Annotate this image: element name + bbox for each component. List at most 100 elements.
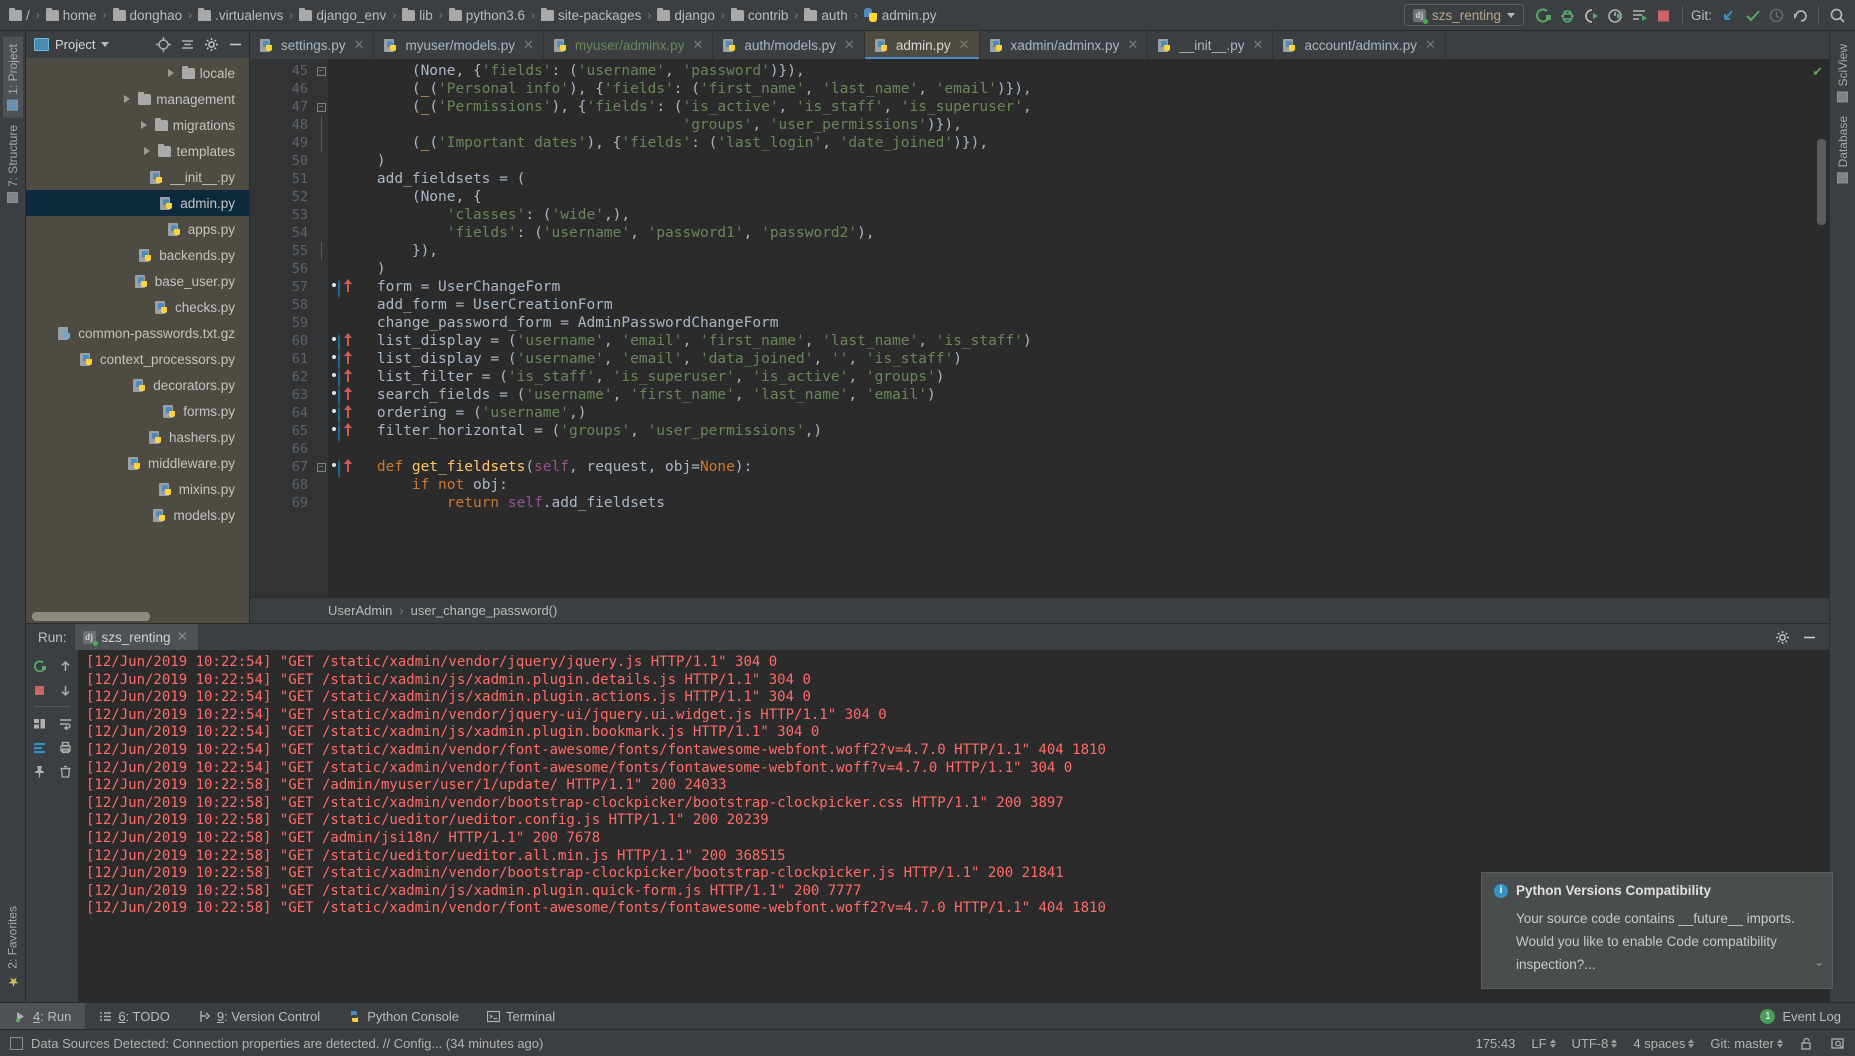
tool-button-terminal[interactable]: Terminal xyxy=(473,1003,569,1029)
editor-tab--init-py[interactable]: __init__.py ✕ xyxy=(1148,31,1274,59)
fold-marker[interactable]: − xyxy=(314,98,328,116)
editor-code-text[interactable]: (None, { 'fields': ('username', 'password… xyxy=(328,59,1829,597)
code-line[interactable]: }), xyxy=(342,242,1829,260)
fold-marker[interactable] xyxy=(314,368,328,386)
code-line[interactable] xyxy=(342,440,1829,458)
breadcrumb-class[interactable]: UserAdmin xyxy=(328,603,392,618)
line-number[interactable]: 49 xyxy=(250,134,314,152)
close-icon[interactable]: ✕ xyxy=(844,37,855,53)
editor-tab-settings-py[interactable]: settings.py ✕ xyxy=(250,31,375,59)
caret-position[interactable]: 175:43 xyxy=(1476,1036,1516,1051)
overriding-method-icon[interactable] xyxy=(329,370,340,388)
chevron-down-icon[interactable] xyxy=(101,42,110,47)
print-layout-icon[interactable] xyxy=(28,712,50,734)
line-number[interactable]: 55 xyxy=(250,242,314,260)
line-number[interactable]: 54 xyxy=(250,224,314,242)
line-number[interactable]: 58 xyxy=(250,296,314,314)
line-number[interactable]: 52 xyxy=(250,188,314,206)
editor-tab-myuser-models-py[interactable]: myuser/models.py ✕ xyxy=(374,31,544,59)
line-number[interactable]: 46 xyxy=(250,80,314,98)
pin-icon[interactable] xyxy=(28,760,50,782)
close-icon[interactable]: ✕ xyxy=(354,37,365,53)
code-line[interactable]: ordering = ('username',) xyxy=(342,404,1829,422)
close-icon[interactable]: ✕ xyxy=(1253,37,1264,53)
rollback-icon[interactable] xyxy=(1788,3,1812,27)
git-branch-selector[interactable]: Git: master xyxy=(1710,1036,1783,1051)
line-separator-selector[interactable]: LF xyxy=(1531,1036,1556,1051)
fold-collapse-icon[interactable]: − xyxy=(316,66,326,76)
code-line[interactable]: (_('Permissions'), {'fields': ('is_activ… xyxy=(342,98,1829,116)
fold-marker[interactable] xyxy=(314,206,328,224)
fold-marker[interactable] xyxy=(314,476,328,494)
tree-item-models-py[interactable]: models.py xyxy=(26,502,249,528)
inspection-ok-icon[interactable]: ✔ xyxy=(1812,64,1823,80)
code-line[interactable]: 'fields': ('username', 'password1', 'pas… xyxy=(342,224,1829,242)
rerun-icon[interactable] xyxy=(28,655,50,677)
editor-tab-auth-models-py[interactable]: auth/models.py ✕ xyxy=(713,31,865,59)
close-icon[interactable]: ✕ xyxy=(959,37,970,53)
fold-marker[interactable] xyxy=(314,260,328,278)
fold-marker[interactable] xyxy=(314,170,328,188)
tree-item--init-py[interactable]: __init__.py xyxy=(26,164,249,190)
line-number[interactable]: 66 xyxy=(250,440,314,458)
indent-selector[interactable]: 4 spaces xyxy=(1633,1036,1695,1051)
close-icon[interactable]: ✕ xyxy=(523,37,534,53)
sidebar-item-database[interactable]: Database xyxy=(1833,109,1853,190)
breadcrumb-item-donghao[interactable]: donghao xyxy=(110,7,186,23)
line-number[interactable]: 48 xyxy=(250,116,314,134)
code-line[interactable]: form = UserChangeForm xyxy=(342,278,1829,296)
editor-tab-admin-py[interactable]: admin.py ✕ xyxy=(864,31,980,59)
overriding-method-icon[interactable] xyxy=(329,406,340,424)
code-line[interactable]: (None, { xyxy=(342,188,1829,206)
hide-panel-icon[interactable] xyxy=(228,37,243,52)
breadcrumb-item-auth[interactable]: auth xyxy=(801,7,850,23)
code-line[interactable]: 'classes': ('wide',), xyxy=(342,206,1829,224)
fold-marker[interactable] xyxy=(314,134,328,152)
fold-marker[interactable] xyxy=(314,188,328,206)
code-line[interactable]: (None, {'fields': ('username', 'password… xyxy=(342,62,1829,80)
update-project-icon[interactable] xyxy=(1716,3,1740,27)
editor-tab-account-adminx-py[interactable]: account/adminx.py ✕ xyxy=(1273,31,1446,59)
history-icon[interactable] xyxy=(1764,3,1788,27)
sidebar-item-project[interactable]: 1: Project xyxy=(2,37,23,118)
overriding-method-icon[interactable] xyxy=(329,460,340,478)
gear-icon[interactable] xyxy=(1775,630,1790,645)
line-number[interactable]: 61 xyxy=(250,350,352,370)
run-with-console-button[interactable] xyxy=(1628,3,1652,27)
fold-marker[interactable] xyxy=(314,116,328,134)
breadcrumb-item-django[interactable]: django xyxy=(654,7,718,23)
fold-marker[interactable] xyxy=(314,422,328,440)
breadcrumb-item--virtualenvs[interactable]: .virtualenvs xyxy=(195,7,286,23)
tool-button-version-control[interactable]: 9: Version Control xyxy=(184,1003,334,1029)
status-message-area[interactable]: Data Sources Detected: Connection proper… xyxy=(10,1036,543,1051)
editor-tab-myuser-adminx-py[interactable]: myuser/adminx.py ✕ xyxy=(544,31,714,59)
code-line[interactable]: list_display = ('username', 'email', 'fi… xyxy=(342,332,1829,350)
fold-marker[interactable]: − xyxy=(314,62,328,80)
tree-item-context-processors-py[interactable]: context_processors.py xyxy=(26,346,249,372)
overriding-method-icon[interactable] xyxy=(329,424,340,442)
close-icon[interactable]: ✕ xyxy=(1425,37,1436,53)
search-everywhere-icon[interactable] xyxy=(1825,3,1849,27)
tree-item-base-user-py[interactable]: base_user.py xyxy=(26,268,249,294)
line-number[interactable]: 47 xyxy=(250,98,314,116)
breadcrumb-item-home[interactable]: home xyxy=(43,7,100,23)
fold-marker[interactable] xyxy=(314,494,328,512)
inspector-icon[interactable] xyxy=(1830,1036,1845,1051)
run-tab-szs-renting[interactable]: dj szs_renting ✕ xyxy=(74,624,198,650)
fold-marker[interactable] xyxy=(314,278,328,296)
fold-marker[interactable] xyxy=(314,242,328,260)
fold-marker[interactable] xyxy=(314,350,328,368)
editor-vertical-scrollbar[interactable] xyxy=(1817,139,1826,225)
code-line[interactable]: return self.add_fieldsets xyxy=(342,494,1829,512)
scroll-up-icon[interactable] xyxy=(54,655,76,677)
line-number[interactable]: 45 xyxy=(250,62,314,80)
tree-item-migrations[interactable]: migrations xyxy=(26,112,249,138)
code-editor[interactable]: 45 46 47 48 49 50 51 52 53 54 55 56 57 58 59 60 61 62 63 64… xyxy=(250,59,1829,597)
editor-gutter[interactable]: 45 46 47 48 49 50 51 52 53 54 55 56 57 58 59 60 61 62 63 64… xyxy=(250,59,352,597)
locate-icon[interactable] xyxy=(156,37,171,52)
code-line[interactable]: list_display = ('username', 'email', 'da… xyxy=(342,350,1829,368)
expand-arrow-icon[interactable] xyxy=(124,95,131,103)
fold-marker[interactable] xyxy=(314,440,328,458)
line-number[interactable]: 51 xyxy=(250,170,314,188)
editor-tab-xadmin-adminx-py[interactable]: xadmin/adminx.py ✕ xyxy=(980,31,1149,59)
